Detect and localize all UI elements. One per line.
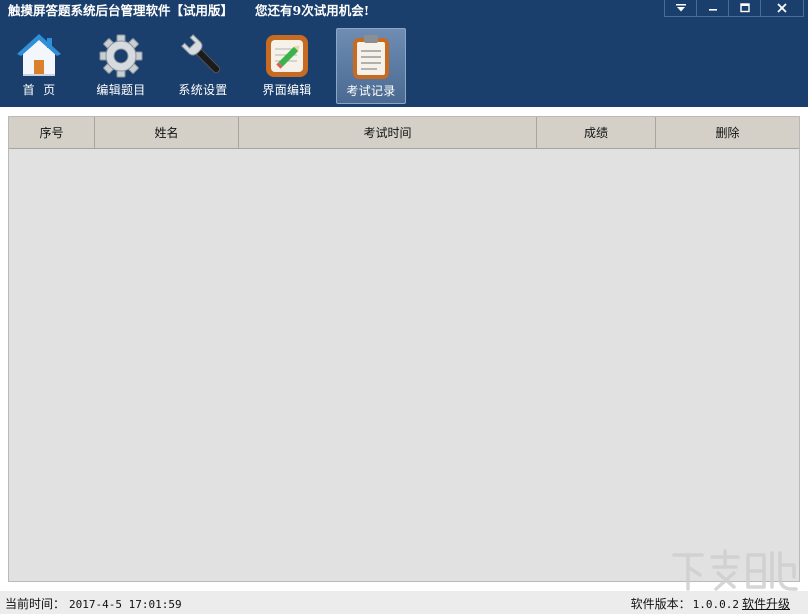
home-icon <box>17 34 61 76</box>
edit-pencil-icon <box>266 35 308 77</box>
current-time-label: 当前时间： <box>5 597 66 611</box>
toolbar-edit-questions-button[interactable]: 编辑题目 <box>86 28 156 104</box>
window-title-text: 触摸屏答题系统后台管理软件【试用版】 <box>8 3 234 18</box>
version-value: 1.0.0.2 <box>692 598 739 611</box>
software-version: 软件版本： 1.0.0.2 软件升级 <box>631 595 790 612</box>
column-header-name[interactable]: 姓名 <box>95 117 239 148</box>
table-header: 序号 姓名 考试时间 成绩 删除 <box>9 117 799 149</box>
dropdown-menu-button[interactable] <box>664 0 697 17</box>
toolbar-exam-records-label: 考试记录 <box>346 84 396 98</box>
current-time-value: 2017-4-5 17:01:59 <box>69 598 182 611</box>
current-time: 当前时间： 2017-4-5 17:01:59 <box>5 595 182 612</box>
maximize-icon <box>739 3 750 13</box>
maximize-button[interactable] <box>728 0 761 17</box>
software-upgrade-link[interactable]: 软件升级 <box>742 597 790 611</box>
main-toolbar: 首 页 编辑题目 系统设置 界面编辑 考试记录 <box>0 24 500 104</box>
records-table[interactable]: 序号 姓名 考试时间 成绩 删除 <box>8 116 800 582</box>
toolbar-edit-questions-label: 编辑题目 <box>96 83 146 97</box>
toolbar-home-button[interactable]: 首 页 <box>4 28 74 104</box>
main-content: 序号 姓名 考试时间 成绩 删除 <box>0 107 808 591</box>
wrench-icon <box>181 34 221 74</box>
toolbar-home-label: 首 页 <box>22 83 56 97</box>
gear-icon <box>99 34 143 78</box>
minimize-button[interactable] <box>696 0 729 17</box>
clipboard-icon <box>353 35 389 79</box>
window-title: 触摸屏答题系统后台管理软件【试用版】 您还有9次试用机会! <box>8 3 369 19</box>
toolbar-exam-records-button[interactable]: 考试记录 <box>336 28 406 104</box>
app-window: 触摸屏答题系统后台管理软件【试用版】 您还有9次试用机会! 首 页 编辑题目 系… <box>0 0 808 614</box>
column-header-delete[interactable]: 删除 <box>656 117 799 148</box>
column-header-exam-time[interactable]: 考试时间 <box>239 117 537 148</box>
trial-notice: 您还有9次试用机会! <box>255 3 370 18</box>
toolbar-system-settings-button[interactable]: 系统设置 <box>168 28 238 104</box>
header-bar: 触摸屏答题系统后台管理软件【试用版】 您还有9次试用机会! 首 页 编辑题目 系… <box>0 0 808 107</box>
column-header-score[interactable]: 成绩 <box>537 117 656 148</box>
window-controls <box>664 0 804 17</box>
version-label: 软件版本： <box>630 597 691 611</box>
toolbar-interface-edit-button[interactable]: 界面编辑 <box>252 28 322 104</box>
toolbar-system-settings-label: 系统设置 <box>178 83 228 97</box>
minimize-icon <box>708 9 717 11</box>
toolbar-interface-edit-label: 界面编辑 <box>262 83 312 97</box>
menu-arrow-icon <box>675 4 686 12</box>
watermark-logo <box>672 549 798 591</box>
status-bar: 当前时间： 2017-4-5 17:01:59 软件版本： 1.0.0.2 软件升级 <box>0 591 808 614</box>
close-icon <box>777 3 787 13</box>
column-header-index[interactable]: 序号 <box>9 117 95 148</box>
close-button[interactable] <box>760 0 804 17</box>
